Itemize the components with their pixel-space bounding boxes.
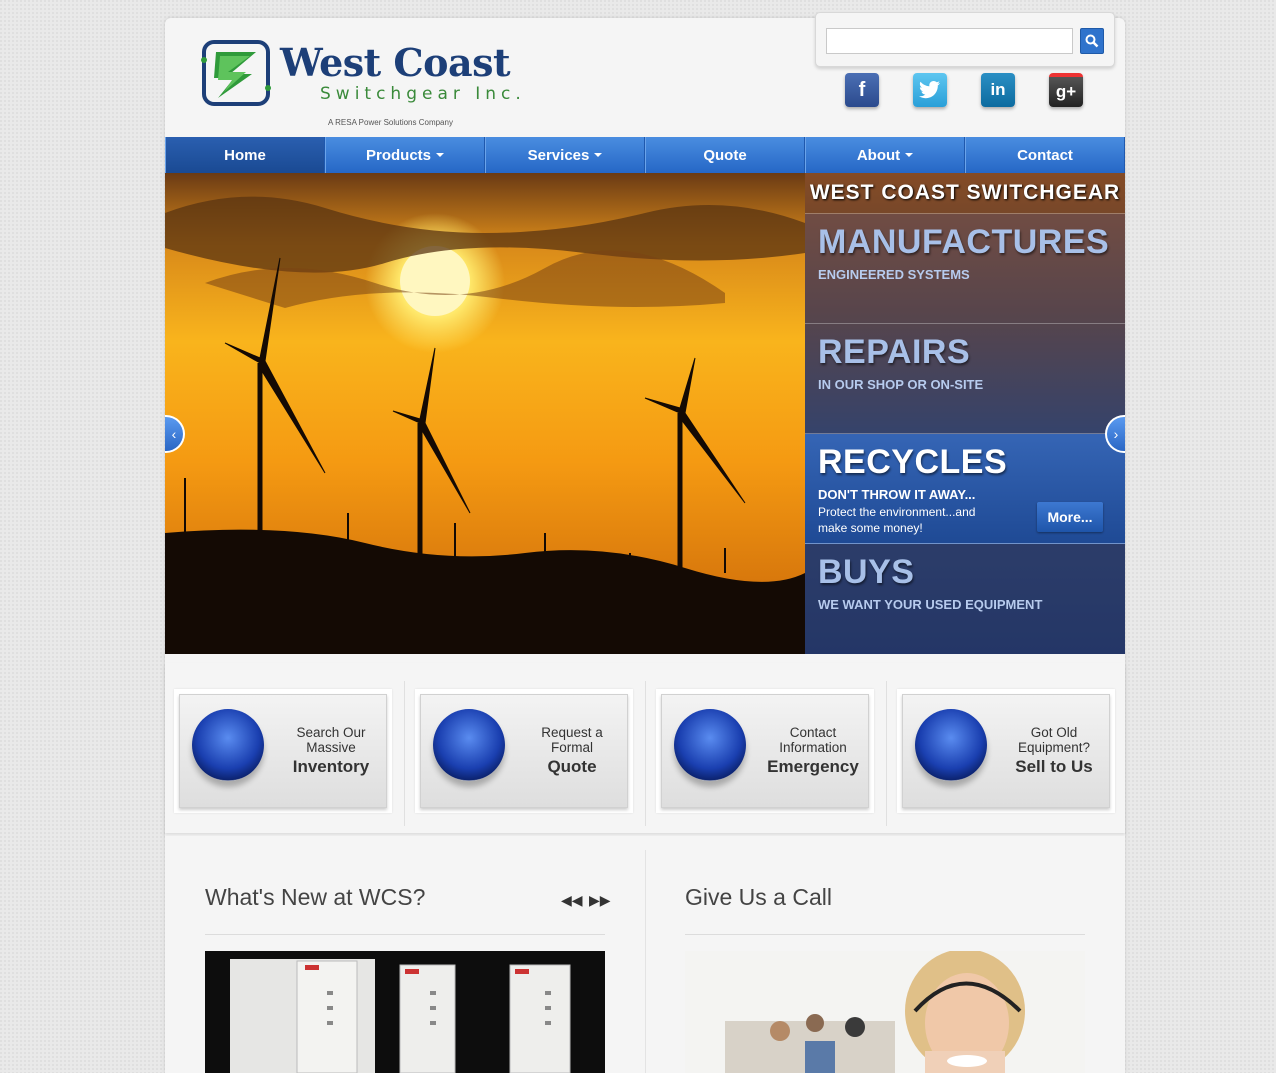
feature-card: Got Old Equipment? Sell to Us: [902, 694, 1110, 808]
feature-card: Contact Information Emergency: [661, 694, 869, 808]
documents-icon: [433, 709, 505, 781]
search-box: [815, 12, 1115, 67]
panel-row-repairs[interactable]: REPAIRS IN OUR SHOP OR ON-SITE: [805, 324, 1125, 434]
feature-inventory[interactable]: Search Our Massive Inventory: [174, 689, 392, 813]
divider: [886, 681, 887, 826]
chevron-right-icon: ›: [1113, 426, 1119, 442]
dollar-icon: [915, 709, 987, 781]
panel-row-recycles[interactable]: RECYCLES DON'T THROW IT AWAY... Protect …: [805, 434, 1125, 544]
column-divider: [645, 850, 646, 1073]
feature-line1: Got Old: [1030, 725, 1078, 740]
caret-down-icon: [436, 153, 444, 157]
call-title: Give Us a Call: [685, 884, 832, 910]
divider: [685, 934, 1085, 935]
google-plus-icon[interactable]: g+: [1049, 73, 1083, 107]
search-button[interactable]: [1080, 28, 1104, 54]
feature-line2: Equipment?: [1017, 740, 1091, 755]
nav-label: Contact: [1017, 146, 1073, 164]
feature-card: Search Our Massive Inventory: [179, 694, 387, 808]
nav-label: About: [856, 146, 901, 164]
feature-line1: Request a: [541, 725, 603, 740]
row-subtitle: ENGINEERED SYSTEMS: [818, 267, 970, 282]
caret-down-icon: [905, 153, 914, 157]
feature-text: Got Old Equipment? Sell to Us: [995, 725, 1113, 776]
feature-line1: Search Our: [296, 725, 366, 740]
panel-heading: WEST COAST SWITCHGEAR: [805, 173, 1125, 214]
feature-line2: Formal: [550, 740, 593, 755]
feature-bold: Emergency: [767, 757, 859, 776]
chevron-left-icon: ‹: [171, 426, 177, 442]
feature-text: Contact Information Emergency: [754, 725, 872, 776]
logo-subtitle: Switchgear Inc.: [320, 84, 526, 104]
feature-quote[interactable]: Request a Formal Quote: [415, 689, 633, 813]
feature-line2: Massive: [306, 740, 356, 755]
more-button[interactable]: More...: [1037, 502, 1103, 532]
panel-row-buys[interactable]: BUYS WE WANT YOUR USED EQUIPMENT: [805, 544, 1125, 654]
row-subtitle: IN OUR SHOP OR ON-SITE: [818, 377, 984, 392]
feature-bold: Sell to Us: [1015, 757, 1093, 776]
nav-item-about[interactable]: About: [805, 137, 965, 173]
logo-tagline: A RESA Power Solutions Company: [328, 118, 453, 127]
facebook-icon[interactable]: f: [845, 73, 879, 107]
box-icon: [192, 709, 264, 781]
news-prev-button[interactable]: ◀◀: [561, 892, 583, 909]
nav-label: Quote: [703, 146, 747, 164]
switchgear-image[interactable]: [205, 951, 605, 1073]
logo-mark-icon: [201, 40, 271, 106]
logo-title: West Coast: [280, 40, 511, 85]
lower-section: What's New at WCS? ◀◀ ▶▶ Give Us a Call: [165, 836, 1125, 1073]
row-title: REPAIRS: [818, 333, 971, 371]
divider: [645, 681, 646, 826]
row-subtitle: WE WANT YOUR USED EQUIPMENT: [818, 597, 1043, 612]
panel-row-manufactures[interactable]: MANUFACTURES ENGINEERED SYSTEMS: [805, 214, 1125, 324]
feature-text: Search Our Massive Inventory: [272, 725, 390, 776]
call-center-image: [685, 951, 1085, 1073]
hero-info-panel: WEST COAST SWITCHGEAR MANUFACTURES ENGIN…: [805, 173, 1125, 654]
caret-down-icon: [594, 153, 603, 157]
feature-emergency[interactable]: Contact Information Emergency: [656, 689, 874, 813]
feature-bold: Inventory: [292, 757, 370, 776]
site-logo[interactable]: West Coast Switchgear Inc. A RESA Power …: [200, 38, 521, 128]
page-container: West Coast Switchgear Inc. A RESA Power …: [165, 12, 1125, 1073]
feature-line1: Contact: [789, 725, 837, 740]
nav-item-services[interactable]: Services: [485, 137, 645, 173]
nav-item-products[interactable]: Products: [325, 137, 485, 173]
feature-sell[interactable]: Got Old Equipment? Sell to Us: [897, 689, 1115, 813]
linkedin-icon[interactable]: in: [981, 73, 1015, 107]
feature-text: Request a Formal Quote: [513, 725, 631, 776]
wind-turbines-sunset-image: [165, 173, 805, 654]
news-title: What's New at WCS?: [205, 884, 426, 910]
search-icon: [1085, 34, 1099, 48]
news-next-button[interactable]: ▶▶: [589, 892, 611, 909]
nav-item-quote[interactable]: Quote: [645, 137, 805, 173]
search-input[interactable]: [826, 28, 1073, 54]
nav-item-contact[interactable]: Contact: [965, 137, 1125, 173]
nav-label: Services: [527, 146, 590, 164]
row-title: BUYS: [818, 553, 915, 591]
divider: [205, 934, 605, 935]
divider: [404, 681, 405, 826]
feature-line2: Information: [779, 740, 847, 755]
row-subtitle: DON'T THROW IT AWAY...: [818, 487, 976, 502]
feature-card: Request a Formal Quote: [420, 694, 628, 808]
nav-label: Home: [224, 146, 266, 164]
nav-label: Products: [365, 146, 431, 164]
twitter-icon[interactable]: [913, 73, 947, 107]
main-nav: Home Products Services Quote About Conta…: [165, 137, 1125, 173]
feature-boxes: Search Our Massive Inventory Request a F…: [165, 663, 1125, 833]
hero-slider: WEST COAST SWITCHGEAR MANUFACTURES ENGIN…: [165, 173, 1125, 654]
medical-cross-icon: [674, 709, 746, 781]
row-title: MANUFACTURES: [818, 223, 1110, 261]
feature-bold: Quote: [547, 757, 597, 776]
row-title: RECYCLES: [818, 443, 1008, 481]
nav-item-home[interactable]: Home: [165, 137, 325, 173]
row-description: Protect the environment...and make some …: [818, 505, 976, 535]
